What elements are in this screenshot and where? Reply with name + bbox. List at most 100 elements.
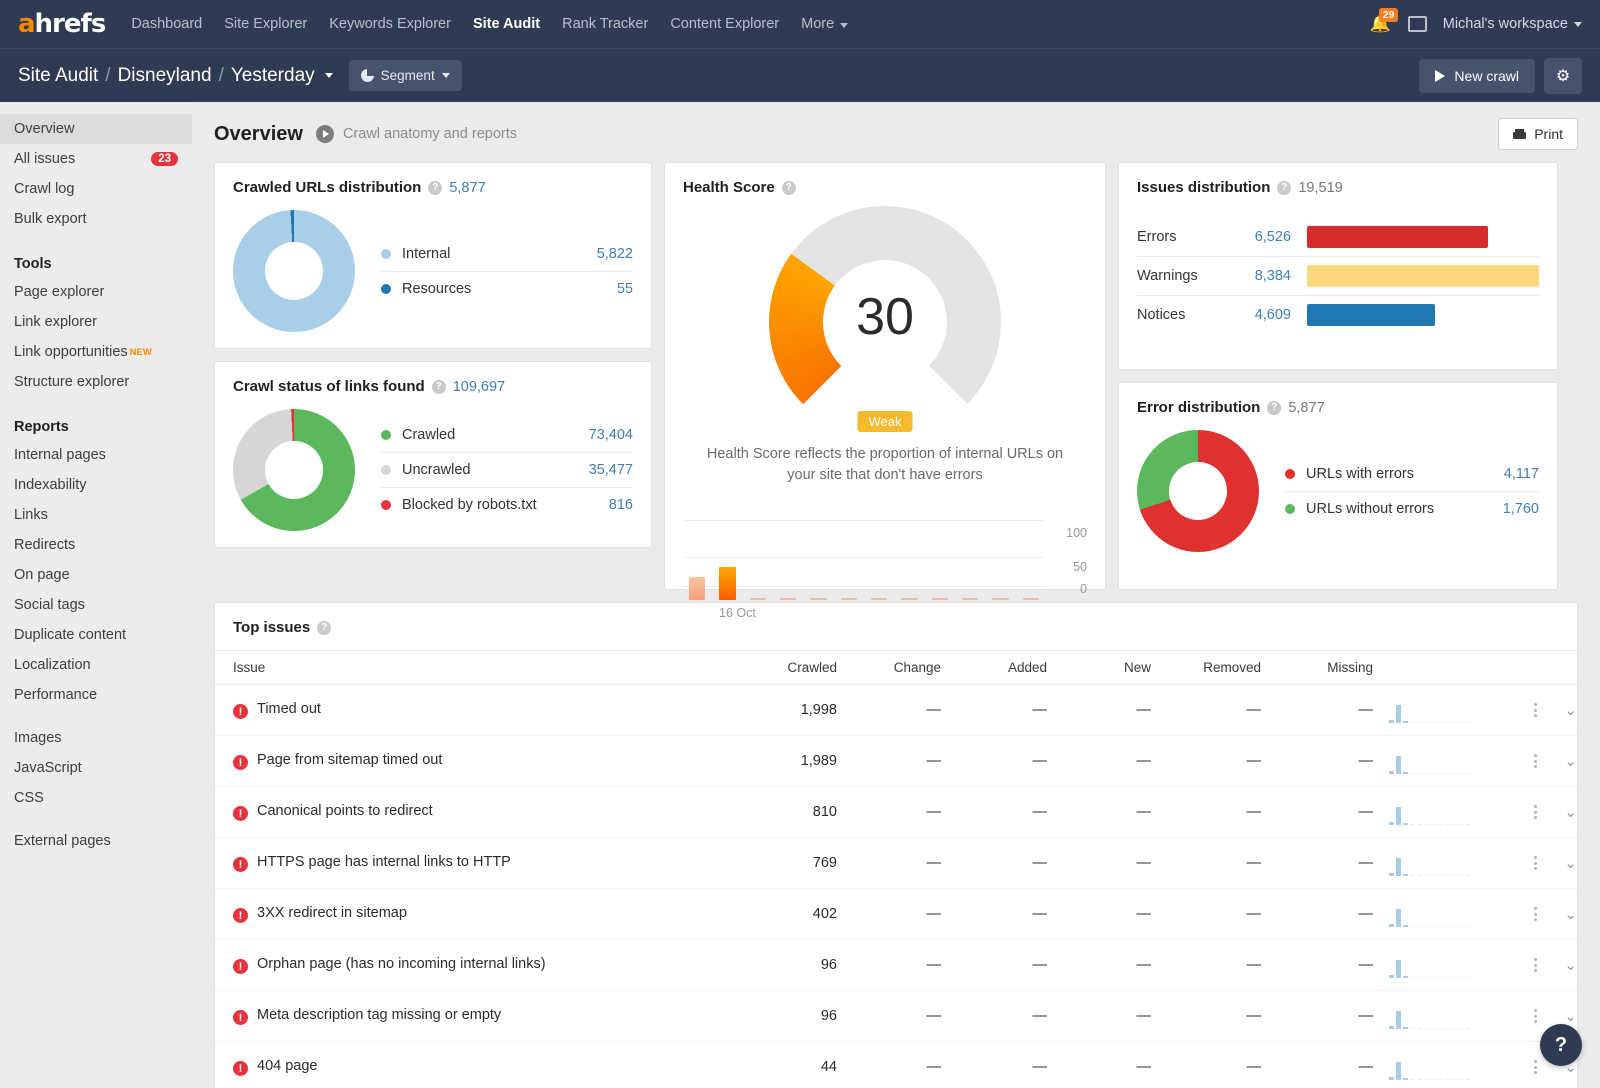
issue-label[interactable]: Canonical points to redirect xyxy=(257,803,433,819)
legend-item[interactable]: Resources 55 xyxy=(381,270,633,306)
legend-item[interactable]: URLs with errors 4,117 xyxy=(1285,457,1539,491)
table-row[interactable]: ! 3XX redirect in sitemap 402— — — — — ⌄ xyxy=(215,888,1577,940)
more-options-icon[interactable] xyxy=(1534,907,1537,922)
history-bar[interactable] xyxy=(901,598,918,601)
table-row[interactable]: ! Meta description tag missing or empty 96… xyxy=(215,990,1577,1042)
sidebar-item-social-tags[interactable]: Social tags xyxy=(0,590,192,620)
sidebar-item-javascript[interactable]: JavaScript xyxy=(0,753,192,783)
sidebar-item-external-pages[interactable]: External pages xyxy=(0,826,192,856)
sidebar-item-link-opportunities[interactable]: Link opportunities NEW xyxy=(0,337,192,367)
help-icon[interactable]: ? xyxy=(1277,180,1292,195)
help-icon[interactable]: ? xyxy=(1267,400,1282,415)
more-options-icon[interactable] xyxy=(1534,754,1537,769)
issue-label[interactable]: 3XX redirect in sitemap xyxy=(257,905,407,921)
legend-item[interactable]: Blocked by robots.txt 816 xyxy=(381,487,633,522)
issues-distribution-row[interactable]: Errors 6,526 xyxy=(1137,218,1539,256)
sidebar-item-links[interactable]: Links xyxy=(0,500,192,530)
issue-label[interactable]: Orphan page (has no incoming internal li… xyxy=(257,956,546,972)
sidebar-item-link-explorer[interactable]: Link explorer xyxy=(0,307,192,337)
issues-distribution-row[interactable]: Warnings 8,384 xyxy=(1137,256,1539,295)
table-row[interactable]: ! HTTPS page has internal links to HTTP 76… xyxy=(215,837,1577,889)
table-row[interactable]: ! 404 page 44— — — — — ⌄ xyxy=(215,1041,1577,1088)
sidebar-item-overview[interactable]: Overview xyxy=(0,114,192,144)
help-floating-button[interactable]: ? xyxy=(1540,1024,1582,1066)
legend-value[interactable]: 5,822 xyxy=(597,246,633,262)
chevron-down-icon[interactable]: ⌄ xyxy=(1564,702,1577,719)
more-options-icon[interactable] xyxy=(1534,1060,1537,1075)
col-issue[interactable]: Issue xyxy=(215,650,741,685)
sidebar-item-internal-pages[interactable]: Internal pages xyxy=(0,440,192,470)
settings-button[interactable]: ⚙ xyxy=(1544,57,1582,94)
legend-value[interactable]: 35,477 xyxy=(589,462,633,478)
page-subtitle[interactable]: Crawl anatomy and reports xyxy=(343,126,517,142)
notifications-button[interactable]: 🔔 29 xyxy=(1370,8,1399,35)
crawl-status-total[interactable]: 109,697 xyxy=(453,379,505,395)
chevron-down-icon[interactable]: ⌄ xyxy=(1564,753,1577,770)
issue-label[interactable]: Page from sitemap timed out xyxy=(257,752,442,768)
chevron-down-icon[interactable]: ⌄ xyxy=(1564,855,1577,872)
history-bar[interactable] xyxy=(840,598,857,601)
issues-row-value[interactable]: 8,384 xyxy=(1235,268,1307,284)
legend-item[interactable]: URLs without errors 1,760 xyxy=(1285,490,1539,526)
table-row[interactable]: ! Canonical points to redirect 810— — — — — ⌄ xyxy=(215,786,1577,838)
help-icon[interactable]: ? xyxy=(428,180,443,195)
legend-item[interactable]: Crawled 73,404 xyxy=(381,418,633,452)
legend-item[interactable]: Internal 5,822 xyxy=(381,237,633,271)
nav-item-content-explorer[interactable]: Content Explorer xyxy=(670,16,779,32)
legend-value[interactable]: 1,760 xyxy=(1503,501,1539,517)
segment-button[interactable]: Segment xyxy=(348,60,462,91)
workspace-selector[interactable]: Michal's workspace xyxy=(1443,16,1582,32)
sidebar-item-indexability[interactable]: Indexability xyxy=(0,470,192,500)
history-bar[interactable] xyxy=(810,598,827,601)
sidebar-item-css[interactable]: CSS xyxy=(0,783,192,813)
col-new[interactable]: New xyxy=(1047,650,1151,685)
more-options-icon[interactable] xyxy=(1534,703,1537,718)
issue-label[interactable]: Meta description tag missing or empty xyxy=(257,1007,501,1023)
sidebar-item-on-page[interactable]: On page xyxy=(0,560,192,590)
breadcrumb-item-yesterday[interactable]: Yesterday xyxy=(231,65,315,87)
monitor-icon[interactable] xyxy=(1407,16,1427,32)
issues-row-value[interactable]: 4,609 xyxy=(1235,307,1307,323)
issue-label[interactable]: HTTPS page has internal links to HTTP xyxy=(257,854,511,870)
legend-value[interactable]: 816 xyxy=(609,497,633,513)
play-video-icon[interactable] xyxy=(315,125,334,143)
issues-row-value[interactable]: 6,526 xyxy=(1235,229,1307,245)
sidebar-item-page-explorer[interactable]: Page explorer xyxy=(0,277,192,307)
history-bar[interactable] xyxy=(779,598,797,601)
history-bar[interactable] xyxy=(749,598,766,601)
chevron-down-icon[interactable]: ⌄ xyxy=(1564,804,1577,821)
nav-item-dashboard[interactable]: Dashboard xyxy=(131,16,202,32)
legend-item[interactable]: Uncrawled 35,477 xyxy=(381,452,633,487)
breadcrumb-item-site-audit[interactable]: Site Audit xyxy=(18,65,98,87)
sidebar-item-bulk-export[interactable]: Bulk export xyxy=(0,204,192,234)
history-bar[interactable] xyxy=(992,598,1009,601)
nav-item-site-explorer[interactable]: Site Explorer xyxy=(224,16,307,32)
table-row[interactable]: ! Orphan page (has no incoming internal l… xyxy=(215,939,1577,991)
col-crawled[interactable]: Crawled xyxy=(741,650,837,685)
sidebar-item-structure-explorer[interactable]: Structure explorer xyxy=(0,367,192,397)
more-options-icon[interactable] xyxy=(1534,958,1537,973)
ahrefs-logo[interactable]: ahrefs xyxy=(18,9,106,39)
col-missing[interactable]: Missing xyxy=(1261,650,1373,685)
sidebar-item-localization[interactable]: Localization xyxy=(0,650,192,680)
sidebar-item-performance[interactable]: Performance xyxy=(0,680,192,710)
sidebar-item-redirects[interactable]: Redirects xyxy=(0,530,192,560)
table-row[interactable]: ! Timed out 1,998— — — — — ⌄ xyxy=(215,684,1577,736)
sidebar-item-crawl-log[interactable]: Crawl log xyxy=(0,174,192,204)
issue-label[interactable]: Timed out xyxy=(257,701,321,717)
history-bar[interactable] xyxy=(961,598,979,601)
issue-label[interactable]: 404 page xyxy=(257,1058,317,1074)
more-options-icon[interactable] xyxy=(1534,856,1537,871)
sidebar-item-duplicate-content[interactable]: Duplicate content xyxy=(0,620,192,650)
new-crawl-button[interactable]: New crawl xyxy=(1419,58,1535,93)
history-bar[interactable] xyxy=(719,566,736,601)
issues-distribution-row[interactable]: Notices 4,609 xyxy=(1137,295,1539,334)
history-bar[interactable] xyxy=(1022,598,1039,601)
print-button[interactable]: Print xyxy=(1498,118,1578,150)
nav-item-site-audit[interactable]: Site Audit xyxy=(473,16,540,32)
table-row[interactable]: ! Page from sitemap timed out 1,989— — — — — ⌄ xyxy=(215,735,1577,787)
help-icon[interactable]: ? xyxy=(317,620,332,635)
help-icon[interactable]: ? xyxy=(781,180,796,195)
nav-item-keywords-explorer[interactable]: Keywords Explorer xyxy=(329,16,451,32)
col-change[interactable]: Change xyxy=(837,650,941,685)
